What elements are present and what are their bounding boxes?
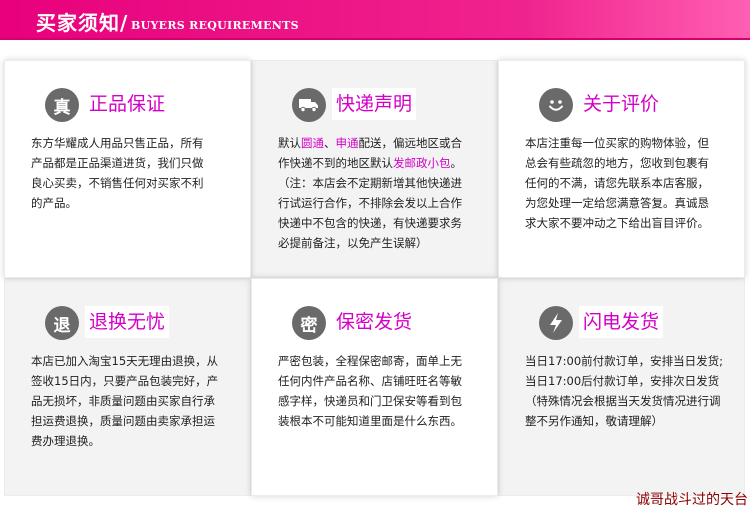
- lightning-icon: [539, 306, 573, 340]
- card-body: 东方华耀成人用品只售正品，所有 产品都是正品渠道进货，我们只做 良心买卖，不销售…: [31, 133, 236, 213]
- body-line: 产品都是正品渠道进货，我们只做: [31, 156, 204, 170]
- body-line: 东方华耀成人用品只售正品，所有: [31, 136, 204, 150]
- return-icon: 退: [45, 306, 79, 340]
- body-line: 快递中不包含的快递，有快递要求务: [278, 216, 462, 230]
- postal-parcel: 发邮政小包: [393, 156, 451, 170]
- requirements-grid: 真 正品保证 东方华耀成人用品只售正品，所有 产品都是正品渠道进货，我们只做 良…: [4, 60, 746, 496]
- body-line: 任何的不满，请您先联系本店客服，: [525, 176, 709, 190]
- card-body: 默认圆通、申通配送，偏远地区或合 作快递不到的地区默认发邮政小包。 （注：本店会…: [278, 133, 483, 253]
- card-title: 退换无忧: [85, 306, 170, 338]
- body-line: 总会有些疏忽的地方，您收到包裹有: [525, 156, 709, 170]
- body-line: 当日17:00后付款订单，安排次日发货: [525, 374, 720, 388]
- card-title: 正品保证: [85, 88, 170, 120]
- text-segment: 。: [450, 156, 463, 170]
- body-line: 整不另作通知，敬请理解）: [525, 414, 663, 428]
- header-subtitle: BUYERS REQUIREMENTS: [131, 19, 299, 32]
- body-line: 装根本不可能知道里面是什么东西。: [278, 414, 462, 428]
- truck-icon: [292, 88, 326, 122]
- card-title: 保密发货: [332, 306, 417, 338]
- card-body: 本店已加入淘宝15天无理由退换，从 签收15日内，只要产品包装完好，产 品无损坏…: [31, 351, 236, 451]
- body-line: 严密包装，全程保密邮寄，面单上无: [278, 354, 462, 368]
- body-line: 本店注重每一位买家的购物体验，但: [525, 136, 709, 150]
- body-line: 必提前备注，以免产生误解）: [278, 236, 428, 250]
- card-lightning-shipping: 闪电发货 当日17:00前付款订单，安排当日发货; 当日17:00后付款订单，安…: [498, 278, 745, 496]
- text-segment: 配送，偏远地区或合: [358, 136, 463, 150]
- body-line: （特殊情况会根据当天发货情况进行调: [525, 394, 721, 408]
- card-genuine-guarantee: 真 正品保证 东方华耀成人用品只售正品，所有 产品都是正品渠道进货，我们只做 良…: [4, 60, 251, 278]
- body-line: 的产品。: [31, 196, 77, 210]
- text-segment: 作快递不到的地区默认: [278, 156, 393, 170]
- watermark-text: 诚哥战斗过的天台: [636, 492, 748, 508]
- card-confidential-shipping: 密 保密发货 严密包装，全程保密邮寄，面单上无 任何内件产品名称、店铺旺旺名等敏…: [251, 278, 498, 496]
- body-line: （注：本店会不定期新增其他快递进: [278, 176, 462, 190]
- smiley-icon: [539, 88, 573, 122]
- body-line: 默认圆通、申通配送，偏远地区或合: [278, 133, 483, 153]
- card-title: 关于评价: [579, 88, 664, 120]
- body-line: 费办理退换。: [31, 434, 100, 448]
- body-line: 签收15日内，只要产品包装完好，产: [31, 374, 219, 388]
- body-line: 担运费退换，质量问题由卖家承担运: [31, 414, 215, 428]
- card-about-reviews: 关于评价 本店注重每一位买家的购物体验，但 总会有些疏忽的地方，您收到包裹有 任…: [498, 60, 745, 278]
- card-worry-free-returns: 退 退换无忧 本店已加入淘宝15天无理由退换，从 签收15日内，只要产品包装完好…: [4, 278, 251, 496]
- page-header: 买家须知/ BUYERS REQUIREMENTS: [0, 0, 750, 40]
- courier-yuantong: 圆通: [301, 136, 324, 150]
- courier-shentong: 申通: [335, 136, 359, 150]
- card-title: 快递声明: [332, 88, 417, 120]
- body-line: 为您处理一定给您满意答复。真诚恳: [525, 196, 709, 210]
- body-line: 感字样，快递员和门卫保安等看到包: [278, 394, 462, 408]
- header-title: 买家须知/: [36, 11, 129, 35]
- body-line: 作快递不到的地区默认发邮政小包。: [278, 153, 483, 173]
- body-line: 任何内件产品名称、店铺旺旺名等敏: [278, 374, 462, 388]
- body-line: 本店已加入淘宝15天无理由退换，从: [31, 354, 219, 368]
- genuine-icon: 真: [45, 88, 79, 122]
- card-body: 当日17:00前付款订单，安排当日发货; 当日17:00后付款订单，安排次日发货…: [525, 351, 730, 431]
- body-line: 行试运行合作，不排除会发以上合作: [278, 196, 462, 210]
- text-segment: 默认: [278, 136, 301, 150]
- card-body: 严密包装，全程保密邮寄，面单上无 任何内件产品名称、店铺旺旺名等敏 感字样，快递…: [278, 351, 483, 431]
- card-body: 本店注重每一位买家的购物体验，但 总会有些疏忽的地方，您收到包裹有 任何的不满，…: [525, 133, 730, 233]
- card-delivery-statement: 快递声明 默认圆通、申通配送，偏远地区或合 作快递不到的地区默认发邮政小包。 （…: [251, 60, 498, 278]
- text-segment: 、: [324, 136, 336, 150]
- body-line: 求大家不要冲动之下给出盲目评价。: [525, 216, 709, 230]
- body-line: 品无损坏，非质量问题由买家自行承: [31, 394, 215, 408]
- body-line: 良心买卖，不销售任何对买家不利: [31, 176, 204, 190]
- secret-icon: 密: [292, 306, 326, 340]
- card-title: 闪电发货: [579, 306, 664, 338]
- body-line: 当日17:00前付款订单，安排当日发货;: [525, 354, 724, 368]
